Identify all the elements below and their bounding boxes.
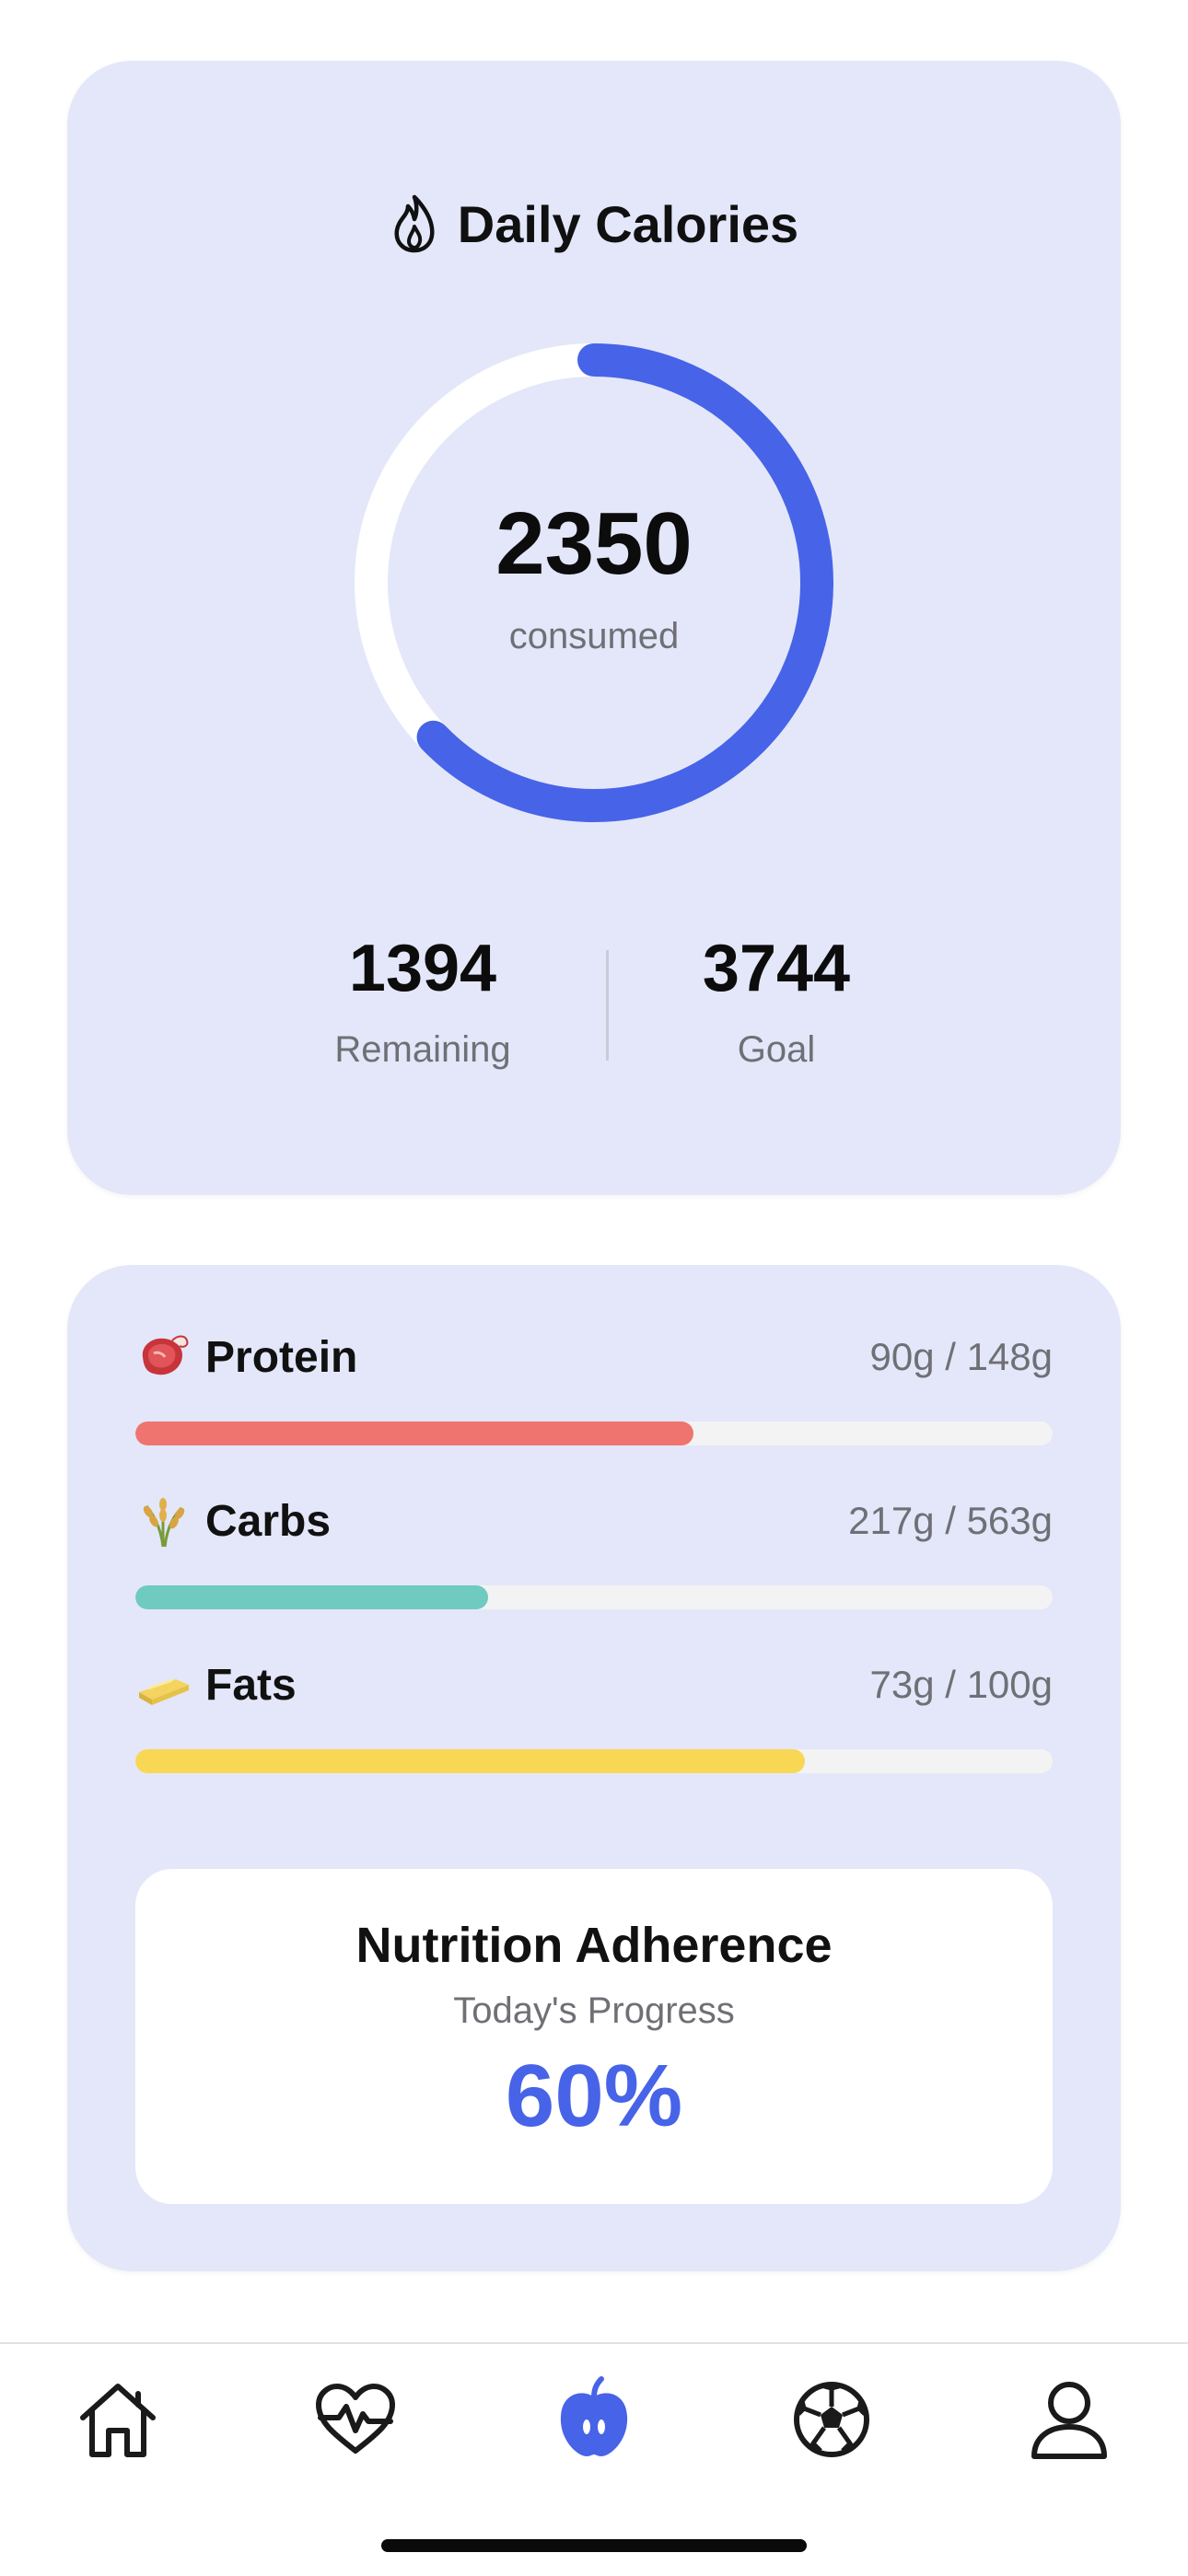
calories-consumed-value: 2350 (495, 493, 693, 593)
tab-home[interactable] (63, 2364, 173, 2475)
fats-progress-bar (135, 1749, 1053, 1773)
protein-progress-fill (135, 1421, 693, 1445)
macro-protein: Protein 90g / 148g (135, 1318, 1053, 1445)
goal-stat: 3744 Goal (611, 935, 942, 1071)
carbs-label: Carbs (205, 1496, 332, 1546)
meat-emoji-icon (135, 1329, 191, 1385)
tab-sports[interactable] (776, 2364, 887, 2475)
ring-center: 2350 consumed (355, 343, 833, 822)
nutrition-adherence-panel: Nutrition Adherence Today's Progress 60% (135, 1869, 1053, 2204)
tab-nutrition[interactable] (539, 2364, 649, 2475)
carbs-progress-fill (135, 1585, 489, 1609)
flame-icon (394, 194, 435, 253)
remaining-value: 1394 (348, 932, 497, 1005)
daily-calories-title: Daily Calories (457, 194, 799, 253)
macro-fats: Fats 73g / 100g (135, 1646, 1053, 1773)
tab-profile[interactable] (1014, 2364, 1124, 2475)
goal-value: 3744 (702, 932, 851, 1005)
rice-emoji-icon (135, 1493, 191, 1549)
protein-progress-bar (135, 1421, 1053, 1445)
person-icon (1031, 2382, 1107, 2459)
fats-label: Fats (205, 1660, 297, 1710)
macros-card: Protein 90g / 148g Carbs 217g / 563g Fat… (67, 1265, 1121, 2271)
adherence-subtitle: Today's Progress (453, 1990, 735, 2031)
tab-health[interactable] (300, 2364, 411, 2475)
macro-carbs: Carbs 217g / 563g (135, 1482, 1053, 1609)
daily-calories-header: Daily Calories (67, 180, 1121, 267)
butter-emoji-icon (135, 1657, 191, 1712)
carbs-progress-bar (135, 1585, 1053, 1609)
remaining-stat: 1394 Remaining (257, 935, 588, 1071)
apple-icon (560, 2376, 628, 2456)
home-icon (80, 2384, 156, 2457)
adherence-value: 60% (505, 2047, 683, 2145)
daily-calories-card: Daily Calories 2350 consumed 1394 Remain… (67, 61, 1121, 1195)
soccer-ball-icon (794, 2382, 869, 2457)
stat-divider (606, 950, 609, 1061)
fats-amount: 73g / 100g (869, 1663, 1053, 1706)
adherence-title: Nutrition Adherence (355, 1918, 833, 1973)
remaining-label: Remaining (334, 1029, 511, 1070)
home-indicator (381, 2539, 807, 2552)
calories-consumed-label: consumed (508, 615, 680, 656)
carbs-amount: 217g / 563g (848, 1499, 1053, 1542)
fats-progress-fill (135, 1749, 806, 1773)
protein-amount: 90g / 148g (869, 1335, 1053, 1378)
protein-label: Protein (205, 1332, 358, 1382)
heart-pulse-icon (316, 2384, 395, 2454)
goal-label: Goal (737, 1029, 816, 1070)
